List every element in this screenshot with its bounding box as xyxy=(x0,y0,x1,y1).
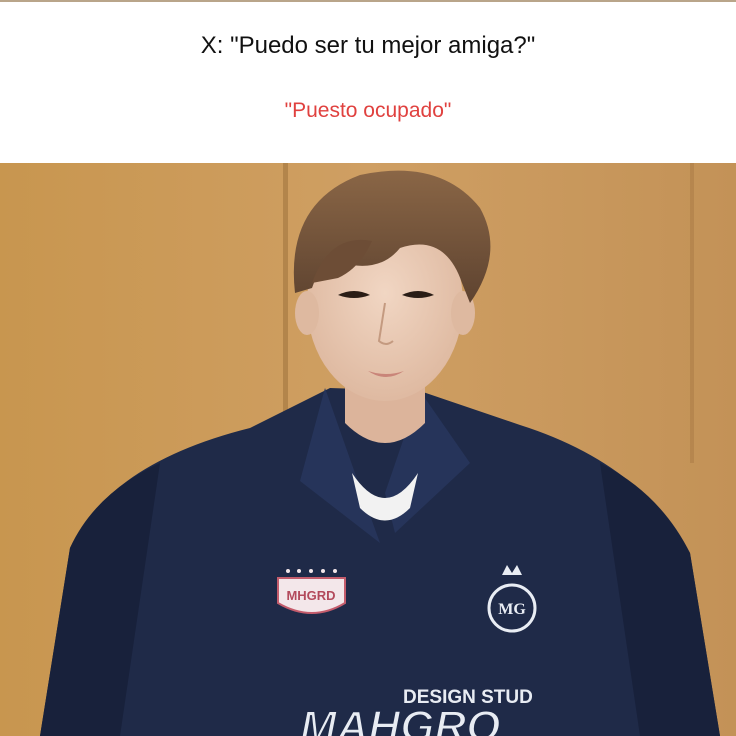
reply-caption: "Puesto ocupado" xyxy=(284,99,452,122)
crest-letters: MG xyxy=(498,601,526,618)
chest-patch-text: MHGRD xyxy=(286,588,335,603)
portrait-photo: MHGRD MG DESIGN STUD MAHGRO xyxy=(0,163,736,736)
meme-canvas: X: "Puedo ser tu mejor amiga?" "Puesto o… xyxy=(0,0,736,736)
left-ear xyxy=(295,291,319,335)
photo-illustration: MHGRD MG DESIGN STUD MAHGRO xyxy=(0,163,736,736)
top-border xyxy=(0,0,736,2)
wall-panel-seam-right xyxy=(690,163,694,463)
question-caption: X: "Puedo ser tu mejor amiga?" xyxy=(200,32,536,59)
shirt-print-line2: MAHGRO xyxy=(300,702,500,736)
